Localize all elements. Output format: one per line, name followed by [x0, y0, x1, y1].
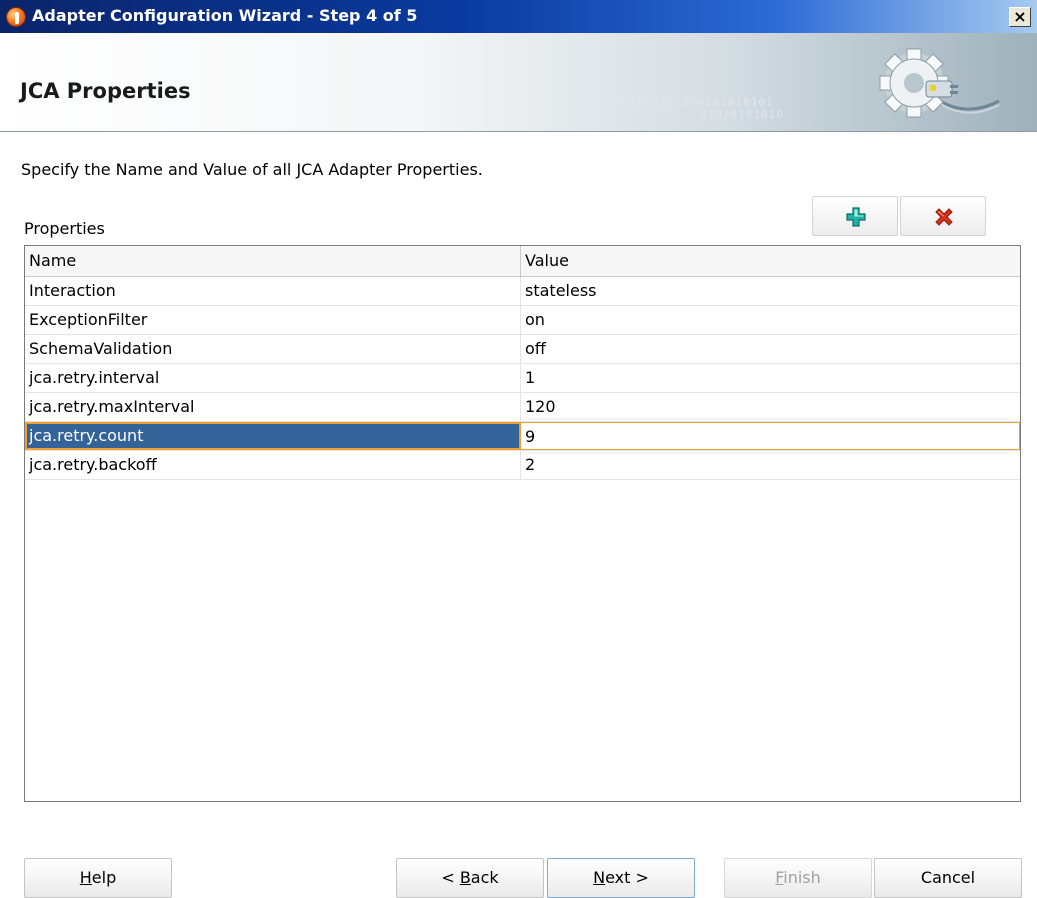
- property-value-cell[interactable]: 120: [521, 393, 1020, 421]
- table-body: Interaction stateless ExceptionFilter on…: [25, 277, 1020, 480]
- property-name-cell[interactable]: jca.retry.backoff: [25, 451, 521, 479]
- table-row[interactable]: SchemaValidation off: [25, 335, 1020, 364]
- property-name-cell[interactable]: jca.retry.interval: [25, 364, 521, 392]
- app-icon: [6, 7, 26, 27]
- next-label-rest: ext >: [605, 868, 649, 887]
- finish-button[interactable]: Finish: [724, 858, 872, 898]
- table-header: Name Value: [25, 246, 1020, 277]
- back-mnemonic: B: [459, 868, 471, 887]
- table-row[interactable]: Interaction stateless: [25, 277, 1020, 306]
- table-row[interactable]: jca.retry.interval 1: [25, 364, 1020, 393]
- properties-table[interactable]: Name Value Interaction stateless Excepti…: [24, 245, 1021, 802]
- next-mnemonic: N: [593, 868, 606, 887]
- properties-label: Properties: [24, 219, 105, 238]
- column-header-value[interactable]: Value: [521, 246, 1020, 276]
- property-value-cell[interactable]: off: [521, 335, 1020, 363]
- property-value-cell[interactable]: on: [521, 306, 1020, 334]
- close-button[interactable]: ×: [1009, 7, 1031, 27]
- wizard-header-banner: JCA Properties 0101010101010101010101 01…: [0, 33, 1037, 132]
- property-name-cell[interactable]: jca.retry.maxInterval: [25, 393, 521, 421]
- banner-binary-decoration-2: 01010101010: [700, 108, 784, 121]
- column-header-name[interactable]: Name: [25, 246, 521, 276]
- plus-icon: [846, 207, 866, 227]
- table-row[interactable]: ExceptionFilter on: [25, 306, 1020, 335]
- back-button[interactable]: < Back: [396, 858, 544, 898]
- table-row[interactable]: jca.retry.maxInterval 120: [25, 393, 1020, 422]
- next-button[interactable]: Next >: [547, 858, 695, 898]
- back-label-prefix: <: [441, 868, 460, 887]
- property-name-cell[interactable]: Interaction: [25, 277, 521, 305]
- instruction-text: Specify the Name and Value of all JCA Ad…: [21, 160, 483, 179]
- table-row-selected[interactable]: jca.retry.count 9: [25, 422, 1020, 451]
- window-title-bar[interactable]: Adapter Configuration Wizard - Step 4 of…: [0, 0, 1037, 33]
- page-title: JCA Properties: [20, 79, 191, 103]
- table-row[interactable]: jca.retry.backoff 2: [25, 451, 1020, 480]
- property-value-cell[interactable]: 1: [521, 364, 1020, 392]
- property-name-cell[interactable]: SchemaValidation: [25, 335, 521, 363]
- window-title: Adapter Configuration Wizard - Step 4 of…: [32, 6, 418, 25]
- property-name-cell[interactable]: ExceptionFilter: [25, 306, 521, 334]
- delete-x-icon: [935, 208, 953, 226]
- property-name-cell[interactable]: jca.retry.count: [25, 422, 521, 450]
- property-value-cell[interactable]: stateless: [521, 277, 1020, 305]
- adapter-gear-icon: [879, 48, 1000, 118]
- close-icon: ×: [1013, 7, 1027, 26]
- cancel-button[interactable]: Cancel: [874, 858, 1022, 898]
- help-button[interactable]: Help: [24, 858, 172, 898]
- help-mnemonic: H: [79, 868, 92, 887]
- help-label-rest: elp: [91, 868, 117, 887]
- property-value-cell[interactable]: 9: [521, 422, 1020, 450]
- property-value-cell[interactable]: 2: [521, 451, 1020, 479]
- remove-property-button[interactable]: [900, 196, 986, 236]
- finish-label-rest: inish: [783, 868, 821, 887]
- back-label-rest: ack: [470, 868, 499, 887]
- add-property-button[interactable]: [812, 196, 898, 236]
